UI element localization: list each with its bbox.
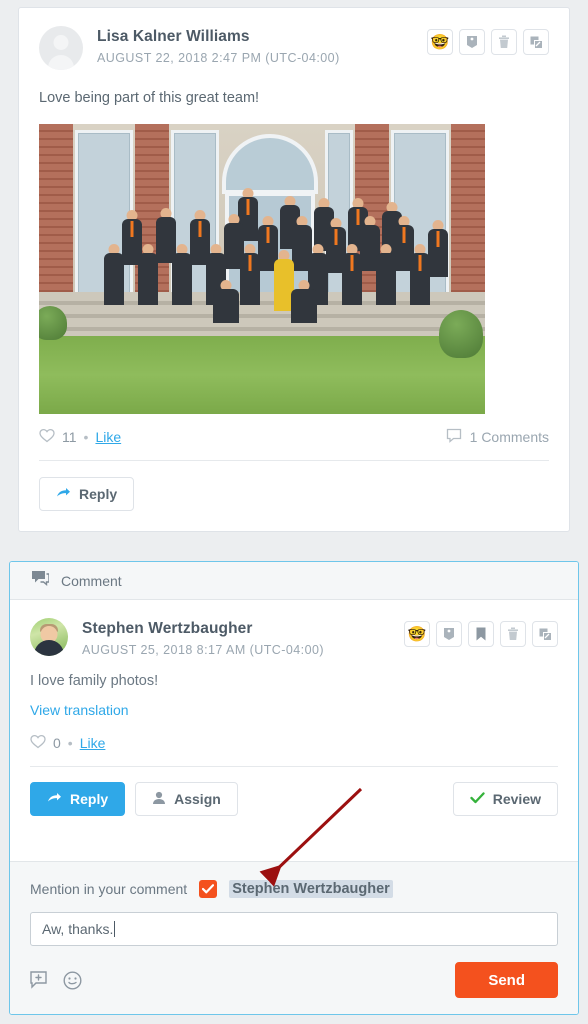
comment-like-count: 0 xyxy=(53,735,61,751)
avatar xyxy=(30,618,68,656)
comment-text: I love family photos! xyxy=(30,673,159,689)
post-reply-button[interactable]: Reply xyxy=(39,477,135,511)
comment-like-link[interactable]: Like xyxy=(80,735,106,751)
emoji-glyph: 🤓 xyxy=(407,625,427,643)
assign-label: Assign xyxy=(174,791,221,807)
post-author-meta: Lisa Kalner Williams AUGUST 22, 2018 2:4… xyxy=(97,26,340,65)
post-photo[interactable] xyxy=(39,124,485,414)
tag-icon[interactable] xyxy=(459,29,485,55)
comment-input[interactable]: Aw, thanks. xyxy=(30,912,558,946)
add-comment-icon[interactable] xyxy=(30,970,49,990)
reply-arrow-icon xyxy=(56,486,71,502)
post-comments-count[interactable]: 1 Comments xyxy=(446,428,549,446)
emoji-icon[interactable]: 🤓 xyxy=(427,29,453,55)
comment-input-value: Aw, thanks. xyxy=(42,921,114,937)
post-like-count: 11 xyxy=(62,429,77,445)
separator-dot: • xyxy=(83,429,89,445)
comment-panel: Comment Stephen Wertzbaugher AUGUST 25, … xyxy=(9,561,579,1015)
heart-icon[interactable] xyxy=(39,428,55,446)
heart-icon[interactable] xyxy=(30,734,46,752)
composer-toolbar: Send xyxy=(30,962,558,998)
comment-author-row: Stephen Wertzbaugher AUGUST 25, 2018 8:1… xyxy=(30,618,558,657)
post-like-link[interactable]: Like xyxy=(95,429,121,445)
expand-icon[interactable] xyxy=(523,29,549,55)
comment-reply-label: Reply xyxy=(70,791,109,807)
post-likes: 11 • Like xyxy=(39,428,121,446)
tag-icon[interactable] xyxy=(436,621,462,647)
checkmark-icon xyxy=(470,791,485,807)
post-author-row: Lisa Kalner Williams AUGUST 22, 2018 2:4… xyxy=(39,26,549,70)
post-content: Lisa Kalner Williams AUGUST 22, 2018 2:4… xyxy=(19,8,569,531)
post-reply-row: Reply xyxy=(39,461,549,531)
comment-author-name: Stephen Wertzbaugher xyxy=(82,620,253,637)
review-label: Review xyxy=(492,791,541,807)
comment-content: Stephen Wertzbaugher AUGUST 25, 2018 8:1… xyxy=(10,600,578,834)
post-meta-row: 11 • Like 1 Comments xyxy=(39,428,549,460)
trash-icon[interactable] xyxy=(500,621,526,647)
emoji-picker-icon[interactable] xyxy=(63,970,82,990)
separator-dot: • xyxy=(67,735,73,751)
post-comments-label: 1 Comments xyxy=(469,429,549,445)
post-card: Lisa Kalner Williams AUGUST 22, 2018 2:4… xyxy=(18,7,570,532)
post-text: Love being part of this great team! xyxy=(39,90,260,106)
comment-reply-button[interactable]: Reply xyxy=(30,782,126,816)
comment-actions-row: Reply Assign Review xyxy=(30,767,558,834)
send-button[interactable]: Send xyxy=(455,962,558,998)
comment-action-icons: 🤓 xyxy=(404,621,558,647)
view-translation-link[interactable]: View translation xyxy=(30,702,129,718)
bookmark-icon[interactable] xyxy=(468,621,494,647)
review-button[interactable]: Review xyxy=(452,782,558,816)
trash-icon[interactable] xyxy=(491,29,517,55)
comment-panel-title: Comment xyxy=(61,572,122,589)
reply-arrow-icon xyxy=(47,791,62,807)
photo-crowd xyxy=(39,168,485,328)
post-reply-label: Reply xyxy=(79,486,118,502)
mention-row: Mention in your comment Stephen Wertzbau… xyxy=(30,880,558,898)
post-action-icons: 🤓 xyxy=(427,29,549,55)
text-caret xyxy=(114,921,116,937)
post-timestamp: AUGUST 22, 2018 2:47 PM (UTC-04:00) xyxy=(97,51,340,65)
expand-icon[interactable] xyxy=(532,621,558,647)
mention-name[interactable]: Stephen Wertzbaugher xyxy=(229,880,393,898)
mention-checkbox[interactable] xyxy=(199,880,218,898)
comment-bubble-icon xyxy=(446,428,462,446)
assign-button[interactable]: Assign xyxy=(135,782,238,816)
emoji-icon[interactable]: 🤓 xyxy=(404,621,430,647)
mention-label: Mention in your comment xyxy=(30,881,188,897)
emoji-glyph: 🤓 xyxy=(430,33,450,51)
comment-likes: 0 • Like xyxy=(30,734,558,752)
post-author-name: Lisa Kalner Williams xyxy=(97,28,250,45)
comment-timestamp: AUGUST 25, 2018 8:17 AM (UTC-04:00) xyxy=(82,643,325,657)
person-icon xyxy=(152,791,166,808)
comment-composer: Mention in your comment Stephen Wertzbau… xyxy=(10,861,578,1014)
comment-author-meta: Stephen Wertzbaugher AUGUST 25, 2018 8:1… xyxy=(82,618,324,657)
comment-icon xyxy=(32,570,50,591)
comment-panel-header: Comment xyxy=(10,562,578,600)
avatar xyxy=(39,26,83,70)
